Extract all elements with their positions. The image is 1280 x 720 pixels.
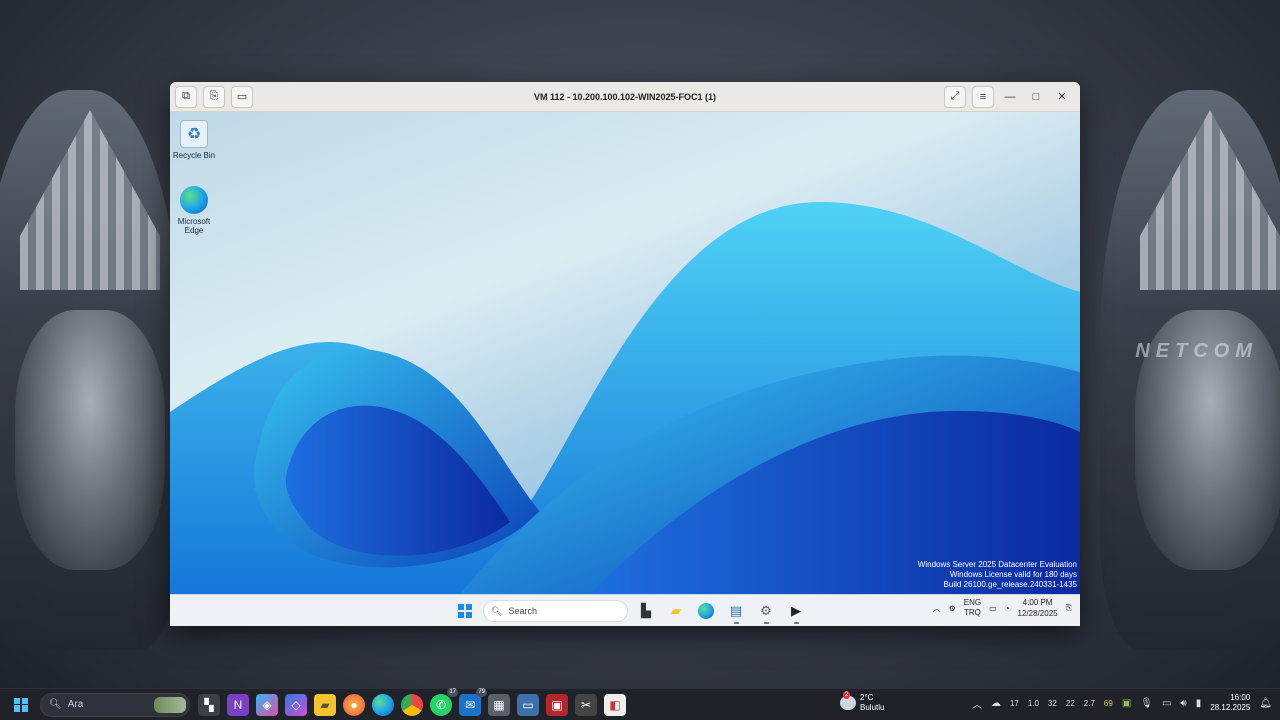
host-search-box[interactable]: 🔍︎ Ara — [40, 692, 190, 717]
send-keys-icon[interactable]: ⧉ — [175, 85, 197, 108]
m365-copilot-icon[interactable]: ◇ — [285, 693, 307, 716]
guest-system-tray: ︿ ⚙ ENG TRQ ▭ ◔ 4:00 PM 12/28/2025 ⎘ — [933, 597, 1072, 619]
tray-value-net: 22 — [1065, 698, 1075, 708]
weather-alert-badge: 2 — [843, 691, 851, 699]
onenote-icon[interactable]: N — [227, 693, 249, 716]
guest-time: 4:00 PM — [1022, 598, 1053, 607]
desktop-icon-label: Recycle Bin — [172, 151, 216, 160]
copilot-icon[interactable]: ◈ — [256, 693, 278, 716]
tray-value-ram: 32 — [1047, 698, 1057, 708]
weather-description: Bulutlu — [860, 703, 885, 712]
eval-line-license: Windows License valid for 180 days — [949, 570, 1077, 579]
host-start-button[interactable] — [5, 689, 37, 720]
desktop-icon-recycle-bin[interactable]: ♻ Recycle Bin — [170, 120, 218, 160]
language-code: ENG — [963, 598, 982, 607]
file-explorer-icon[interactable]: ▰ — [314, 693, 336, 716]
menu-icon[interactable]: ≡ — [972, 85, 994, 108]
netcom-watermark: NETCOM — [1135, 340, 1258, 362]
recycle-bin-icon: ♻ — [180, 120, 208, 148]
monitor-icon[interactable]: ▭ — [231, 85, 253, 108]
host-date: 28.12.2025 — [1210, 703, 1251, 712]
rdp-manager-icon[interactable]: ▣ — [546, 693, 568, 716]
cloud-icon: 2 — [840, 691, 856, 710]
host-taskbar: 🔍︎ Ara ▚ N ◈ ◇ ▰ ● ✆ 17 ✉ 79 ▦ ▭ ▣ ✂ ◧ 2 2… — [0, 687, 1280, 720]
eval-line-edition: Windows Server 2025 Datacenter Evaluatio… — [917, 560, 1077, 569]
search-highlight-image — [154, 696, 186, 713]
tray-value-disk: 2.7 — [1083, 698, 1095, 708]
task-view-icon[interactable]: ▙ — [634, 599, 658, 623]
weather-temperature: 2°C — [860, 693, 874, 702]
mail-icon[interactable]: ✉ 79 — [459, 687, 487, 716]
eval-line-build: Build 26100.ge_release.240331-1435 — [943, 580, 1077, 589]
edge-icon — [180, 186, 208, 214]
guest-search-placeholder: Search — [508, 606, 537, 616]
tray-value-gpu: 1.0 — [1027, 698, 1039, 708]
proxmox-icon[interactable]: ◧ — [604, 693, 626, 716]
search-icon: 🔍︎ — [49, 699, 62, 710]
firefox-icon[interactable]: ● — [343, 693, 365, 716]
bloom-wallpaper — [170, 202, 1080, 594]
guest-taskbar: 🔍︎ Search ▙ ▰ ▤ ⚙ ▶ ︿ ⚙ ENG TRQ ▭ ◔ 4:00… — [170, 594, 1080, 626]
calculator-icon[interactable]: ▦ — [488, 693, 510, 716]
language-indicator[interactable]: ENG TRQ — [964, 598, 981, 618]
edge-taskbar-icon[interactable] — [694, 599, 718, 623]
chevron-up-icon[interactable]: ︿ — [933, 603, 941, 614]
guest-start-button[interactable] — [453, 599, 477, 623]
terminal-icon[interactable]: ▶ — [784, 599, 808, 624]
helmet-shape — [1140, 110, 1280, 290]
host-time: 16:00 — [1230, 693, 1251, 702]
host-search-placeholder: Ara — [67, 699, 84, 710]
guest-date: 12/28/2025 — [1017, 609, 1058, 618]
close-button[interactable]: ✕ — [1052, 87, 1072, 107]
clipboard-icon[interactable]: ⎘ — [203, 85, 225, 108]
maximize-button[interactable]: □ — [1026, 87, 1046, 107]
whatsapp-icon[interactable]: ✆ 17 — [430, 687, 458, 716]
settings-app-icon[interactable]: ⚙ — [754, 599, 778, 624]
edge-icon[interactable] — [372, 693, 394, 716]
remote-desktop-icon[interactable]: ▭ — [517, 693, 539, 716]
face-shape — [15, 310, 165, 570]
battery-icon[interactable]: ▮ — [1196, 698, 1202, 709]
keyboard-layout: TRQ — [964, 608, 981, 617]
volume-icon[interactable]: 🔊︎ — [1180, 698, 1186, 709]
whatsapp-badge: 17 — [447, 687, 458, 697]
weather-widget[interactable]: 2 2°C Bulutlu — [840, 691, 885, 713]
task-view-icon[interactable]: ▚ — [198, 693, 220, 716]
display-icon[interactable]: ▭ — [989, 604, 997, 613]
notification-bell-icon[interactable]: 🔔︎ — [1259, 698, 1272, 709]
guest-desktop[interactable]: ♻ Recycle Bin Microsoft Edge Windows Ser… — [170, 112, 1080, 594]
network-settings-icon[interactable]: ⚙ — [949, 604, 956, 613]
host-clock[interactable]: 16:00 28.12.2025 — [1210, 693, 1250, 713]
vm-titlebar[interactable]: ⧉ ⎘ ▭ VM 112 - 10.200.100.102-WIN2025-FO… — [170, 82, 1080, 112]
search-icon: 🔍︎ — [491, 605, 503, 616]
desktop-icon-label: Microsoft Edge — [177, 217, 211, 235]
tray-value-cpu: 17 — [1009, 698, 1019, 708]
file-explorer-icon[interactable]: ▰ — [664, 599, 688, 623]
chevron-up-icon[interactable]: ︿ — [972, 696, 982, 711]
microphone-icon[interactable]: 🎙︎ — [1140, 698, 1153, 709]
display-icon[interactable]: ▭ — [1162, 698, 1171, 709]
evaluation-watermark: Windows Server 2025 Datacenter Evaluatio… — [918, 560, 1077, 590]
minimize-button[interactable]: — — [1000, 87, 1020, 107]
chrome-icon[interactable] — [401, 693, 423, 716]
onedrive-cloud-icon[interactable]: ☁ — [991, 698, 1001, 709]
guest-clock[interactable]: 4:00 PM 12/28/2025 — [1018, 597, 1058, 619]
desktop-icon-microsoft-edge[interactable]: Microsoft Edge — [170, 186, 218, 235]
tray-value-temp: 69 — [1103, 698, 1113, 708]
guest-search-box[interactable]: 🔍︎ Search — [483, 600, 628, 622]
helmet-shape — [20, 110, 160, 290]
notification-icon[interactable]: ⎘ — [1066, 603, 1072, 613]
fullscreen-icon[interactable]: ⤢ — [944, 85, 966, 108]
warrior-artwork-right — [1100, 90, 1280, 650]
snipping-tool-icon[interactable]: ✂ — [575, 693, 597, 716]
volume-icon[interactable]: ◔ — [1005, 604, 1010, 613]
vm-console-window[interactable]: ⧉ ⎘ ▭ VM 112 - 10.200.100.102-WIN2025-FO… — [170, 82, 1080, 626]
host-system-tray: ︿ ☁ 17 1.0 32 22 2.7 69 ▣ 🎙︎ ▭ 🔊︎ ▮ 16:0… — [972, 693, 1272, 713]
warrior-artwork-left — [0, 90, 180, 650]
server-manager-icon[interactable]: ▤ — [724, 599, 748, 624]
mail-badge: 79 — [476, 687, 487, 697]
app-tray-icon[interactable]: ▣ — [1122, 698, 1131, 709]
